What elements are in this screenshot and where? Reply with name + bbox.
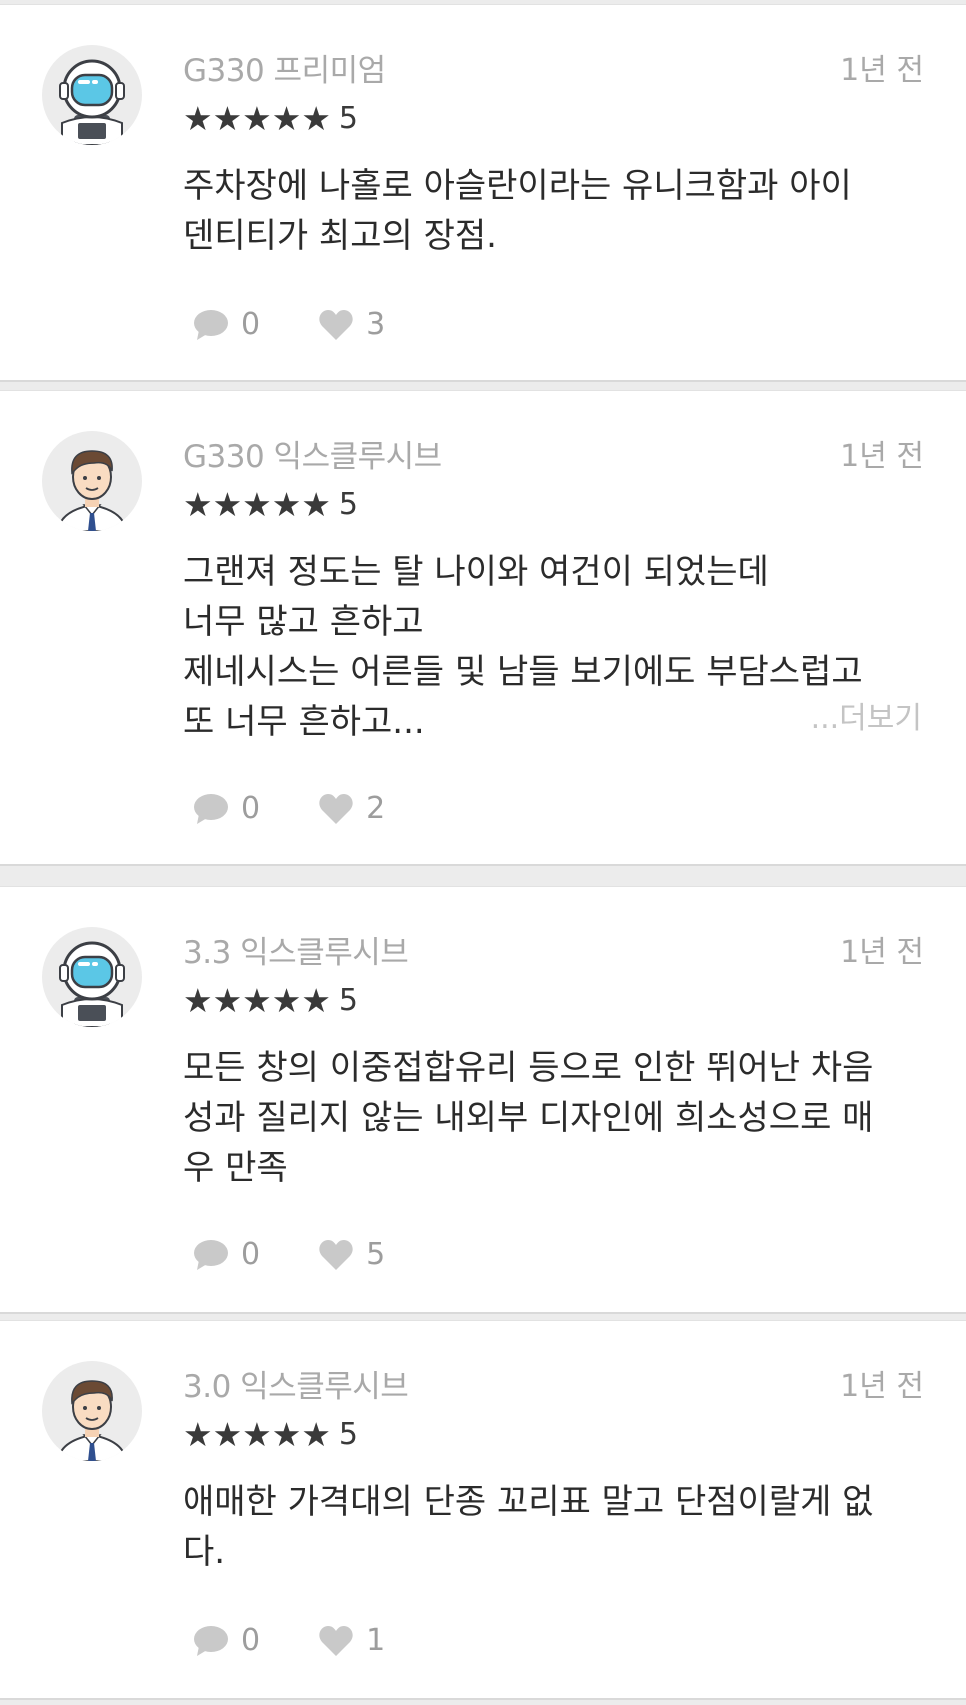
star-rating-icon: ★★★★★ [183,99,331,138]
review-actions: 0 3 [193,305,443,345]
comment-count: 0 [241,307,261,342]
comment-icon [194,1626,228,1656]
review-card: 3.0 익스클루시브 1년 전 ★★★★★ 5 애매한 가격대의 단종 꼬리표 … [0,1320,966,1700]
review-actions: 0 5 [193,1235,443,1275]
review-body: 주차장에 나홀로 아슬란이라는 유니크함과 아이 덴티티가 최고의 장점. [183,166,852,256]
heart-icon [319,310,353,340]
rating-score: 5 [338,1417,359,1452]
comment-icon [194,794,228,824]
review-card: G330 프리미엄 1년 전 ★★★★★ 5 주차장에 나홀로 아슬란이라는 유… [0,4,966,382]
like-button[interactable]: 2 [318,789,385,829]
heart-icon [319,1240,353,1270]
comment-button[interactable]: 0 [193,1235,260,1275]
review-body: 모든 창의 이중접합유리 등으로 인한 뛰어난 차음 성과 질리지 않는 내외부… [183,1048,874,1188]
comment-count: 0 [241,1623,261,1658]
rating: ★★★★★ 5 [183,1415,358,1455]
review-page: G330 프리미엄 1년 전 ★★★★★ 5 주차장에 나홀로 아슬란이라는 유… [0,0,966,1705]
rating: ★★★★★ 5 [183,981,358,1021]
review-actions: 0 1 [193,1621,443,1661]
review-time: 1년 전 [840,1369,924,1404]
heart-icon [319,794,353,824]
heart-icon [319,1626,353,1656]
like-count: 5 [366,1237,386,1272]
review-body: 애매한 가격대의 단종 꼬리표 말고 단점이랄게 없 다. [183,1482,874,1572]
review-time: 1년 전 [840,439,924,474]
review-trim: 3.0 익스클루시브 [183,1369,409,1405]
like-button[interactable]: 3 [318,305,385,345]
avatar-astronaut-icon[interactable] [42,45,142,145]
comment-button[interactable]: 0 [193,305,260,345]
star-rating-icon: ★★★★★ [183,485,331,524]
like-button[interactable]: 1 [318,1621,385,1661]
rating: ★★★★★ 5 [183,485,358,525]
avatar-businessman-icon[interactable] [42,1361,142,1461]
comment-icon [194,310,228,340]
rating-score: 5 [338,983,359,1018]
comment-count: 0 [241,791,261,826]
comment-button[interactable]: 0 [193,789,260,829]
rating-score: 5 [338,487,359,522]
star-rating-icon: ★★★★★ [183,981,331,1020]
comment-button[interactable]: 0 [193,1621,260,1661]
review-trim: G330 프리미엄 [183,53,386,89]
review-card: G330 익스클루시브 1년 전 ★★★★★ 5 그랜져 정도는 탈 나이와 여… [0,390,966,866]
more-link[interactable]: ...더보기 [811,693,922,737]
like-count: 1 [366,1623,386,1658]
avatar-astronaut-icon[interactable] [42,927,142,1027]
rating: ★★★★★ 5 [183,99,358,139]
comment-icon [194,1240,228,1270]
review-time: 1년 전 [840,53,924,88]
review-card: 3.3 익스클루시브 1년 전 ★★★★★ 5 모든 창의 이중접합유리 등으로… [0,886,966,1314]
like-count: 3 [366,307,386,342]
review-time: 1년 전 [840,935,924,970]
review-trim: 3.3 익스클루시브 [183,935,409,971]
rating-score: 5 [338,101,359,136]
review-actions: 0 2 [193,789,443,829]
review-trim: G330 익스클루시브 [183,439,442,475]
like-count: 2 [366,791,386,826]
star-rating-icon: ★★★★★ [183,1415,331,1454]
avatar-businessman-icon[interactable] [42,431,142,531]
like-button[interactable]: 5 [318,1235,385,1275]
comment-count: 0 [241,1237,261,1272]
